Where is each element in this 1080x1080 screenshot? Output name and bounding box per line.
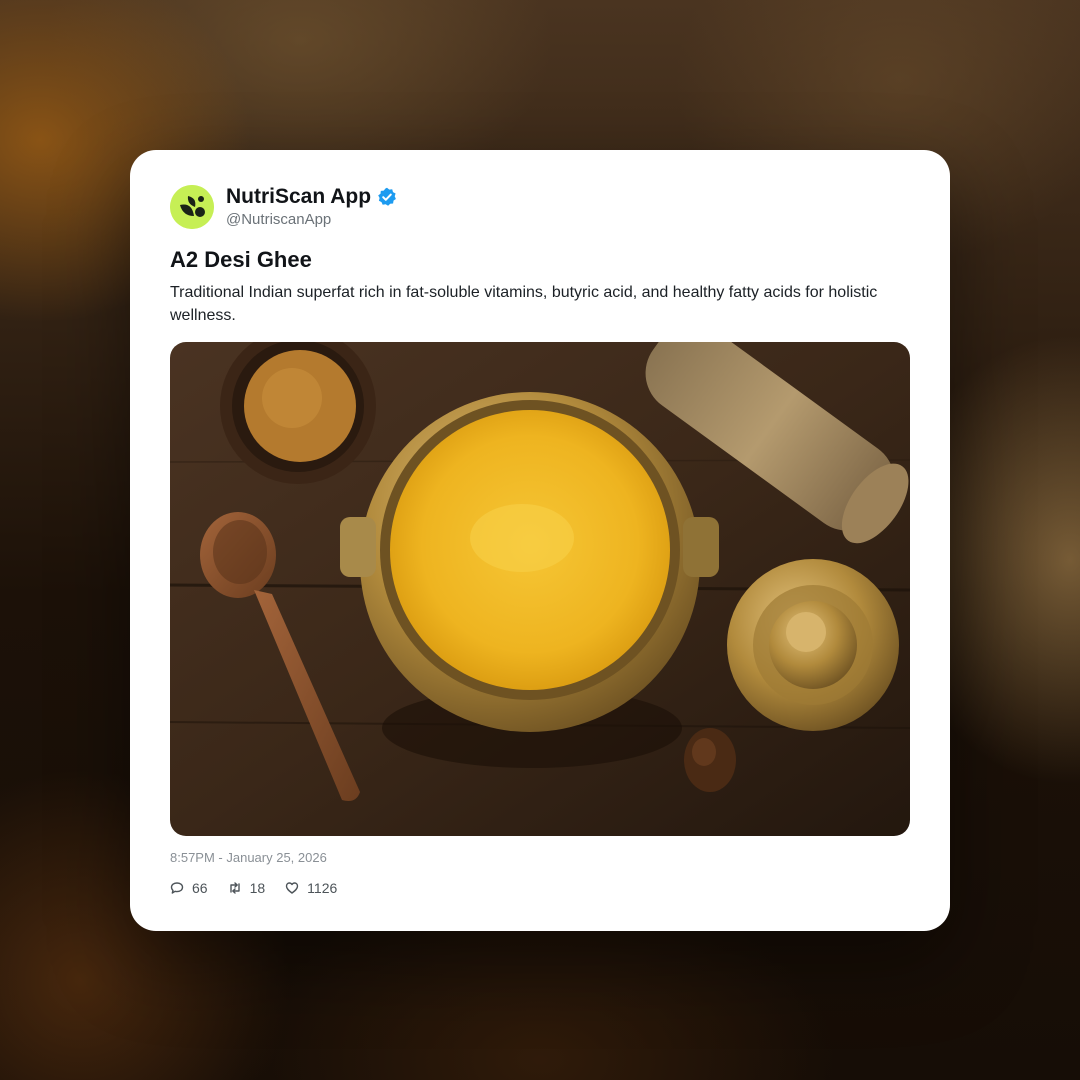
post-card: NutriScan App @NutriscanApp A2 Desi Ghee… bbox=[130, 150, 950, 931]
retweet-button[interactable]: 18 bbox=[228, 880, 266, 896]
retweet-count: 18 bbox=[249, 880, 266, 896]
like-count: 1126 bbox=[307, 880, 338, 896]
ghee-pot-photo[interactable] bbox=[170, 342, 910, 836]
like-button[interactable]: 1126 bbox=[285, 880, 337, 896]
post-description: Traditional Indian superfat rich in fat-… bbox=[170, 284, 878, 324]
post-timestamp: 8:57PM - January 25, 2026 bbox=[170, 850, 327, 865]
reply-bubble-icon bbox=[170, 882, 184, 894]
author-display-name[interactable]: NutriScan App bbox=[226, 185, 371, 209]
reply-count: 66 bbox=[192, 880, 208, 896]
heart-icon bbox=[285, 882, 299, 894]
author-name-row: NutriScan App bbox=[226, 185, 397, 209]
post-title: A2 Desi Ghee bbox=[170, 247, 312, 272]
verified-badge-icon bbox=[378, 187, 396, 206]
avatar[interactable] bbox=[170, 185, 214, 229]
reply-button[interactable]: 66 bbox=[170, 880, 208, 896]
retweet-icon bbox=[229, 882, 240, 894]
post-actions-bar: 66 18 1126 bbox=[170, 880, 357, 896]
leaf-logo-icon bbox=[170, 185, 214, 229]
author-handle[interactable]: @NutriscanApp bbox=[226, 211, 331, 228]
